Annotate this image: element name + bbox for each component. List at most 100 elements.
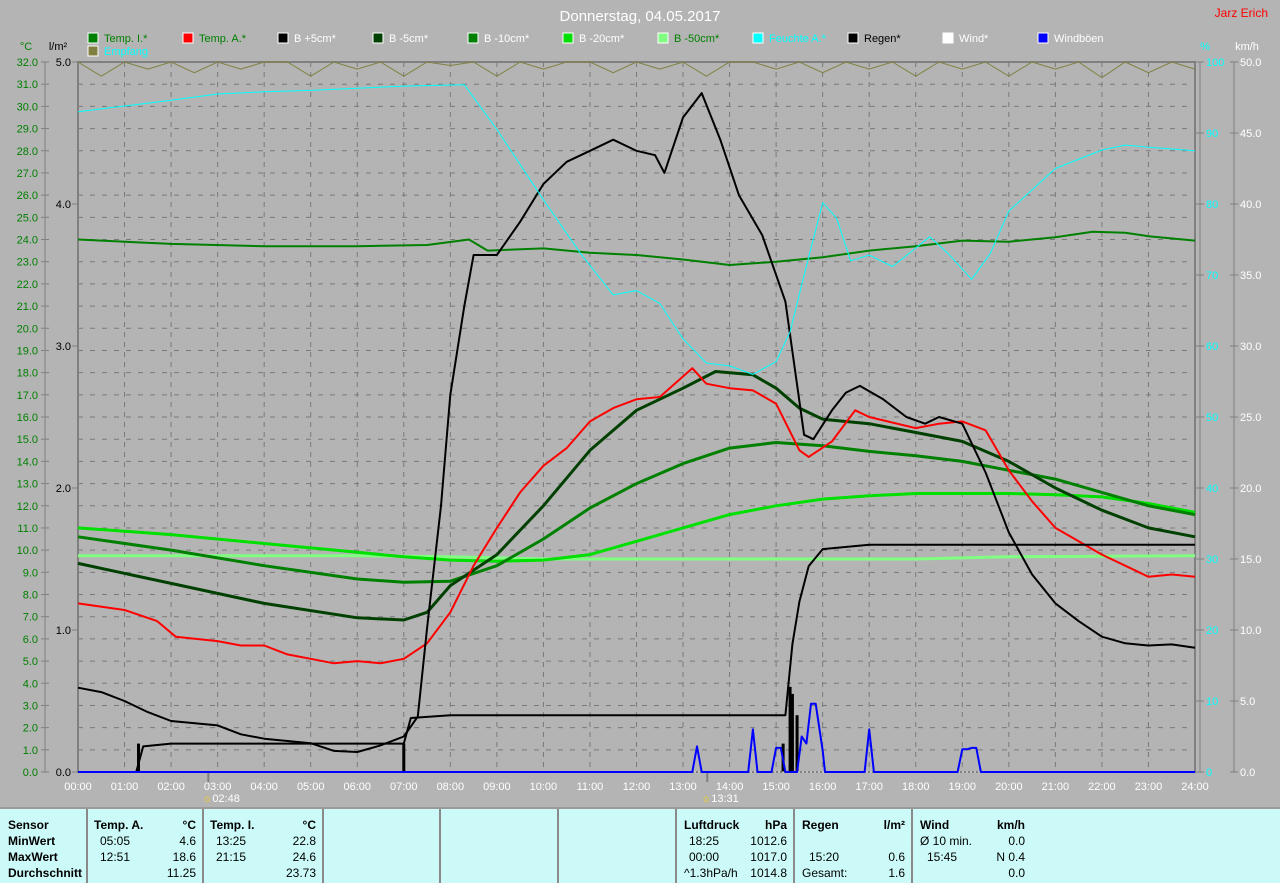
wind-axis-unit: km/h [1235,41,1259,53]
x-axis-label: 07:00 [390,781,418,793]
rain-total: 1.6 [888,866,905,880]
x-axis-label: 05:00 [297,781,325,793]
x-axis-label: 15:00 [762,781,790,793]
temp-axis-unit: °C [20,41,32,53]
rain-header: Regen [802,818,839,832]
pressure-trend: ^1.3hPa/h [684,866,738,880]
statistics-table: Sensor MinWert MaxWert Durchschnitt Temp… [0,807,1280,883]
humidity-axis-label: 0 [1206,767,1212,779]
pressure-avg: 1014.8 [750,866,787,880]
temp-i-min: 22.8 [292,834,316,848]
humidity-axis-label: 20 [1206,625,1218,637]
temp-axis-label: 3.0 [23,700,38,712]
legend-label: Regen* [864,33,901,45]
temp-axis-label: 7.0 [23,612,38,624]
sun-moon-icon: ☼ [701,793,711,805]
x-axis-label: 02:00 [157,781,185,793]
legend-swatch [562,32,574,44]
temp-a-max: 18.6 [172,850,196,864]
wind-axis-label: 5.0 [1240,696,1255,708]
temp-axis-label: 12.0 [17,501,38,513]
legend-swatch [657,32,669,44]
row-label-avg: Durchschnitt [8,866,83,880]
x-axis-label: 13:00 [669,781,697,793]
humidity-axis-label: 10 [1206,696,1218,708]
sun-moon-icon: ☼ [202,793,212,805]
humidity-axis-label: 40 [1206,483,1218,495]
x-axis-label: 18:00 [902,781,930,793]
pressure-unit: hPa [764,818,787,832]
legend-label: Empfang [104,46,148,58]
wind-avg-label: Ø 10 min. [920,834,973,848]
wind-axis-label: 20.0 [1240,483,1261,495]
temp-axis-label: 30.0 [17,101,38,113]
temp-axis-label: 1.0 [23,745,38,757]
wind-axis-label: 10.0 [1240,625,1261,637]
x-axis-label: 20:00 [995,781,1023,793]
wind-axis-label: 25.0 [1240,412,1261,424]
legend-label: B -20cm* [579,33,625,45]
temp-axis-label: 11.0 [17,523,38,535]
wind-column: Wind km/h Ø 10 min. 0.0 15:45 N 0.4 0.0 [913,809,1031,883]
legend-label: B +5cm* [294,33,337,45]
empty-column [441,809,559,883]
rain-total-label: Gesamt: [802,866,848,880]
marker-time-label: 13:31 [711,793,739,805]
legend-swatch [372,32,384,44]
wind-axis-label: 40.0 [1240,199,1261,211]
temp-axis-label: 27.0 [17,168,38,180]
marker-time-label: 02:48 [212,793,240,805]
rain-axis-label: 2.0 [56,483,71,495]
temp-axis-label: 22.0 [17,279,38,291]
temp-axis-label: 31.0 [17,79,38,91]
legend-swatch [847,32,859,44]
legend-swatch [1037,32,1049,44]
x-axis-label: 17:00 [855,781,883,793]
legend-label: Temp. I.* [104,33,148,45]
temp-a-min-time: 05:05 [100,834,131,848]
rain-max: 0.6 [888,850,905,864]
temp-axis-label: 24.0 [17,235,38,247]
wind-axis-label: 0.0 [1240,767,1255,779]
legend-label: B -10cm* [484,33,530,45]
legend-label: Windböen [1054,33,1104,45]
rain-axis-label: 5.0 [56,57,71,69]
rain-axis-label: 0.0 [56,767,71,779]
temp-axis-label: 4.0 [23,678,38,690]
x-axis-label: 03:00 [204,781,232,793]
temp-i-unit: °C [302,818,316,832]
x-axis-label: 23:00 [1135,781,1163,793]
pressure-max-time: 00:00 [689,850,720,864]
sensor-column: Sensor MinWert MaxWert Durchschnitt [0,809,88,883]
temp-axis-label: 21.0 [17,301,38,313]
chart-title: Donnerstag, 04.05.2017 [560,8,721,25]
temp-a-unit: °C [182,818,196,832]
temp-axis-label: 9.0 [23,567,38,579]
wind-header: Wind [920,818,950,832]
wind-avg: 0.0 [1008,834,1025,848]
legend-swatch [752,32,764,44]
x-axis-label: 01:00 [111,781,139,793]
sensor-header: Sensor [8,818,49,832]
x-axis-label: 08:00 [437,781,465,793]
humidity-axis-unit: % [1200,41,1210,53]
temp-axis-label: 10.0 [17,545,38,557]
humidity-axis-label: 30 [1206,554,1218,566]
x-axis-label: 00:00 [64,781,92,793]
humidity-axis-label: 60 [1206,341,1218,353]
x-axis-label: 14:00 [716,781,744,793]
legend-swatch [467,32,479,44]
temp-axis-label: 8.0 [23,590,38,602]
x-axis-label: 06:00 [343,781,371,793]
row-label-max: MaxWert [8,850,58,864]
x-axis-label: 11:00 [577,781,604,793]
temp-axis-label: 19.0 [17,345,38,357]
legend-swatch [277,32,289,44]
temp-axis-label: 0.0 [23,767,38,779]
series-regen [78,543,1195,773]
x-axis-label: 09:00 [483,781,511,793]
temp-axis-label: 17.0 [17,390,38,402]
temp-i-min-time: 13:25 [216,834,247,848]
x-axis-label: 10:00 [530,781,558,793]
wind-axis-label: 50.0 [1240,57,1261,69]
